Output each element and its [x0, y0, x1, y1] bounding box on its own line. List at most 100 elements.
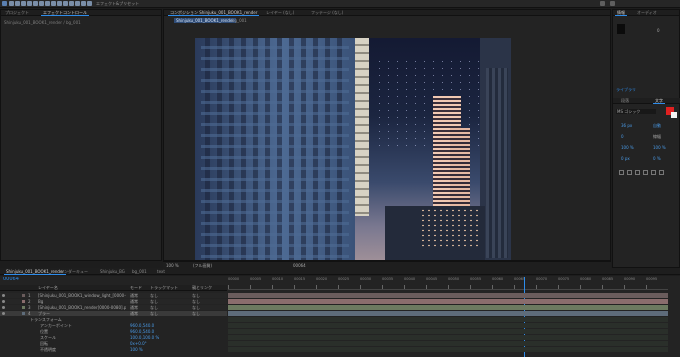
- property-row[interactable]: 回転 0x+0.0°: [0, 341, 227, 346]
- layer-trkmat-select[interactable]: なし: [150, 293, 158, 298]
- eraser-icon[interactable]: [75, 1, 80, 6]
- layer-trkmat-select[interactable]: なし: [150, 305, 158, 310]
- layer-duration-bar[interactable]: [228, 311, 668, 316]
- layer-parent-select[interactable]: なし: [192, 299, 200, 304]
- layer-trkmat-select[interactable]: なし: [150, 311, 158, 316]
- time-ruler[interactable]: 00000 00005 00010 00015 00020 00025 00030 00035…: [228, 277, 668, 290]
- zoom-icon[interactable]: [21, 1, 26, 6]
- label-color-chip[interactable]: [22, 300, 25, 303]
- visibility-eye-icon[interactable]: [2, 312, 5, 315]
- rectangle-icon[interactable]: [45, 1, 50, 6]
- layer-duration-bar[interactable]: [228, 293, 668, 298]
- tab-footage[interactable]: フッテージ (なし): [309, 10, 345, 16]
- hscale[interactable]: 100 %: [653, 145, 666, 150]
- tab-character[interactable]: 文字: [653, 98, 665, 104]
- composition-preview[interactable]: [195, 38, 511, 260]
- tracking[interactable]: 0: [621, 134, 624, 139]
- hand-icon[interactable]: [15, 1, 20, 6]
- tab-render-queue[interactable]: レンダーキュー: [58, 269, 90, 275]
- label-color-chip[interactable]: [22, 312, 25, 315]
- clone-icon[interactable]: [69, 1, 74, 6]
- tab-layer[interactable]: レイヤー (なし): [264, 10, 296, 16]
- tab-bg001[interactable]: bg_001: [130, 269, 149, 275]
- home-icon[interactable]: [2, 1, 7, 6]
- layer-duration-bar[interactable]: [228, 299, 668, 304]
- tab-effect-controls[interactable]: エフェクトコントロール: [41, 10, 89, 16]
- stroke-color-swatch[interactable]: [671, 112, 677, 118]
- pen-icon[interactable]: [51, 1, 56, 6]
- layer-row[interactable]: 1 [Shinjuku_001_BOOK1_window_light_[0000-…: [0, 293, 227, 298]
- property-track: [228, 341, 668, 346]
- font-select[interactable]: MS ゴシック: [616, 109, 656, 114]
- leading[interactable]: 自動: [653, 123, 661, 128]
- layer-mode-select[interactable]: 通常: [130, 305, 138, 310]
- property-row[interactable]: 不透明度 100 %: [0, 347, 227, 352]
- layer-name[interactable]: ブラー: [38, 311, 126, 316]
- layer-name[interactable]: [Shinjuku_001_BOOK1_render[0000-0080].pn…: [38, 305, 126, 310]
- faux-italic-button[interactable]: [627, 170, 632, 175]
- layer-trkmat-select[interactable]: なし: [150, 299, 158, 304]
- search-icon[interactable]: [600, 1, 605, 6]
- comp-chip[interactable]: Shinjuku_001_BOOK1_render: [174, 18, 237, 23]
- layer-parent-select[interactable]: なし: [192, 311, 200, 316]
- property-row[interactable]: トランスフォーム: [0, 317, 227, 322]
- brush-icon[interactable]: [63, 1, 68, 6]
- tsume[interactable]: 0 %: [653, 156, 661, 161]
- layer-parent-select[interactable]: なし: [192, 293, 200, 298]
- rotate-icon[interactable]: [27, 1, 32, 6]
- font-size[interactable]: 36 px: [621, 123, 632, 128]
- camera-icon[interactable]: [33, 1, 38, 6]
- faux-bold-button[interactable]: [619, 170, 624, 175]
- layer-mode-select[interactable]: 通常: [130, 293, 138, 298]
- settings-icon[interactable]: [610, 1, 615, 6]
- property-value[interactable]: 100 %: [130, 347, 143, 352]
- property-value[interactable]: 960.0,540.0: [130, 329, 154, 334]
- subscript-button[interactable]: [659, 170, 664, 175]
- property-value[interactable]: 0x+0.0°: [130, 341, 147, 346]
- tab-composition[interactable]: コンポジション Shinjuku_001_BOOK1_render: [168, 10, 260, 16]
- header-mode: モード: [130, 285, 142, 290]
- tab-comp[interactable]: Shinjuku_001_BOOK1_render: [4, 269, 67, 275]
- property-row[interactable]: アンカーポイント 960.0,540.0: [0, 323, 227, 328]
- puppet-icon[interactable]: [87, 1, 92, 6]
- layer-duration-bar[interactable]: [228, 305, 668, 310]
- text-icon[interactable]: [57, 1, 62, 6]
- workspace-label[interactable]: エフェクト&プリセット: [96, 1, 139, 6]
- layer-row[interactable]: 4 ブラー 通常 なし なし: [0, 311, 227, 316]
- property-value[interactable]: 960.0,540.0: [130, 323, 154, 328]
- tab-text[interactable]: text: [155, 269, 167, 275]
- tab-project[interactable]: プロジェクト: [3, 10, 31, 16]
- layer-parent-select[interactable]: なし: [192, 305, 200, 310]
- tab-bg-comp[interactable]: Shinjuku_BG: [98, 269, 127, 275]
- ruler-tick: [338, 285, 339, 289]
- tab-info[interactable]: 情報: [615, 10, 627, 16]
- visibility-eye-icon[interactable]: [2, 294, 5, 297]
- sub-chip[interactable]: bg_001: [232, 18, 247, 23]
- tab-audio[interactable]: オーディオ: [635, 10, 659, 16]
- layer-row[interactable]: 3 [Shinjuku_001_BOOK1_render[0000-0080].p…: [0, 305, 227, 310]
- property-value[interactable]: 100.0,100.0 %: [130, 335, 159, 340]
- vscale[interactable]: 100 %: [621, 145, 634, 150]
- baseline[interactable]: 0 px: [621, 156, 630, 161]
- layer-mode-select[interactable]: 通常: [130, 311, 138, 316]
- pan-behind-icon[interactable]: [39, 1, 44, 6]
- layer-mode-select[interactable]: 通常: [130, 299, 138, 304]
- layer-name[interactable]: Bg: [38, 299, 126, 304]
- small-caps-button[interactable]: [643, 170, 648, 175]
- layer-row[interactable]: 2 Bg 通常 なし なし: [0, 299, 227, 304]
- superscript-button[interactable]: [651, 170, 656, 175]
- selection-icon[interactable]: [9, 1, 14, 6]
- visibility-eye-icon[interactable]: [2, 306, 5, 309]
- tab-paragraph[interactable]: 段落: [619, 98, 631, 104]
- ruler-tick-label: 00010: [272, 277, 284, 281]
- layer-name[interactable]: [Shinjuku_001_BOOK1_window_light_[0000-0…: [38, 293, 126, 298]
- all-caps-button[interactable]: [635, 170, 640, 175]
- library-header[interactable]: ライブラリ: [616, 87, 636, 92]
- label-color-chip[interactable]: [22, 294, 25, 297]
- property-row[interactable]: 位置 960.0,540.0: [0, 329, 227, 334]
- visibility-eye-icon[interactable]: [2, 300, 5, 303]
- roto-icon[interactable]: [81, 1, 86, 6]
- timeline-timecode[interactable]: 00064: [3, 277, 19, 282]
- label-color-chip[interactable]: [22, 306, 25, 309]
- property-row[interactable]: スケール 100.0,100.0 %: [0, 335, 227, 340]
